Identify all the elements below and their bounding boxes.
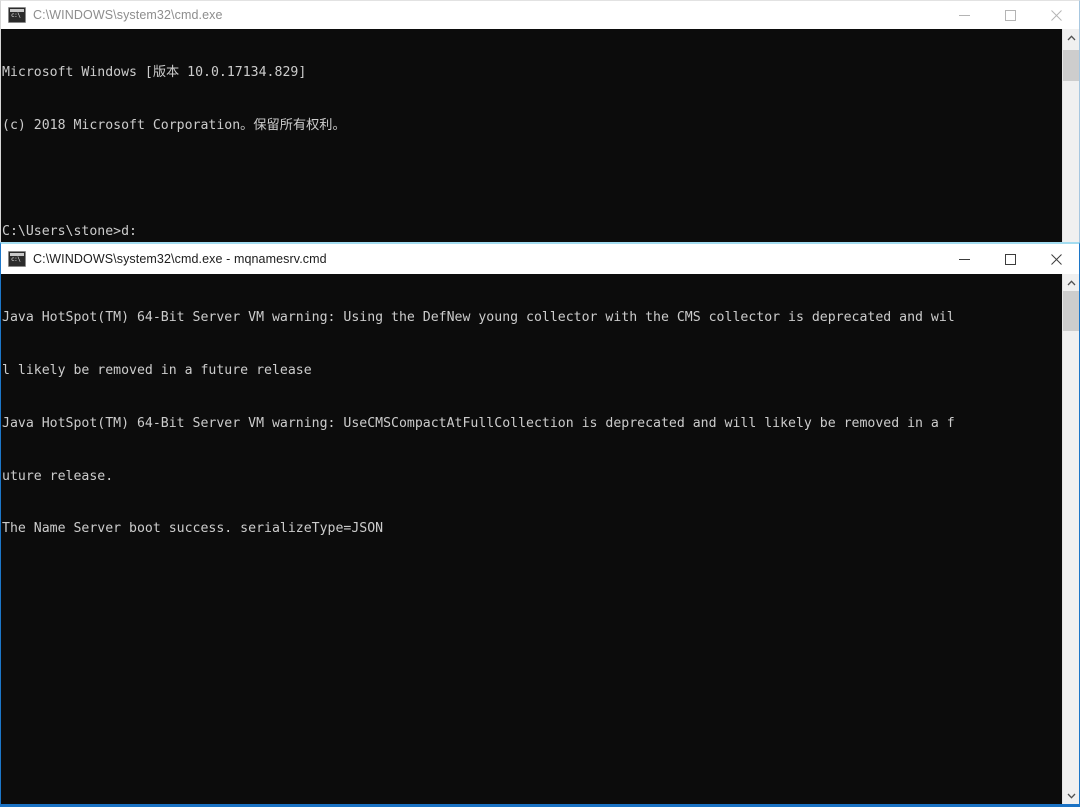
console-output-area[interactable]: Microsoft Windows [版本 10.0.17134.829] (c… (1, 29, 1079, 258)
scrollbar-thumb[interactable] (1063, 49, 1079, 82)
window-title: C:\WINDOWS\system32\cmd.exe (33, 8, 223, 22)
titlebar[interactable]: C:\WINDOWS\system32\cmd.exe (1, 1, 1079, 29)
scrollbar-track[interactable] (1063, 291, 1079, 787)
console-line: Java HotSpot(TM) 64-Bit Server VM warnin… (2, 310, 955, 326)
minimize-button[interactable] (941, 1, 987, 29)
minimize-button[interactable] (941, 244, 987, 274)
console-output-area[interactable]: Java HotSpot(TM) 64-Bit Server VM warnin… (1, 274, 1079, 804)
window-controls (941, 244, 1079, 274)
titlebar[interactable]: C:\WINDOWS\system32\cmd.exe - mqnamesrv.… (1, 244, 1079, 274)
cmd-console-icon (8, 251, 26, 267)
console-text-mqnamesrv: Java HotSpot(TM) 64-Bit Server VM warnin… (2, 274, 1062, 573)
console-line: Java HotSpot(TM) 64-Bit Server VM warnin… (2, 415, 955, 431)
scroll-up-arrow[interactable] (1063, 29, 1079, 46)
window-title: C:\WINDOWS\system32\cmd.exe - mqnamesrv.… (33, 252, 327, 266)
console-text-background: Microsoft Windows [版本 10.0.17134.829] (c… (2, 29, 1062, 258)
console-line: The Name Server boot success. serializeT… (2, 521, 384, 537)
scrollbar-thumb[interactable] (1063, 291, 1079, 331)
cmd-window-background[interactable]: C:\WINDOWS\system32\cmd.exe Microsoft Wi… (0, 0, 1080, 258)
console-line: l likely be removed in a future release (2, 362, 312, 378)
scroll-up-arrow[interactable] (1063, 274, 1079, 291)
vertical-scrollbar[interactable] (1062, 274, 1079, 804)
scroll-down-arrow[interactable] (1063, 787, 1079, 804)
scrollbar-track[interactable] (1063, 46, 1079, 241)
cmd-window-mqnamesrv[interactable]: C:\WINDOWS\system32\cmd.exe - mqnamesrv.… (0, 242, 1080, 807)
maximize-button[interactable] (987, 1, 1033, 29)
maximize-button[interactable] (987, 244, 1033, 274)
close-button[interactable] (1033, 244, 1079, 274)
vertical-scrollbar[interactable] (1062, 29, 1079, 258)
cmd-console-icon (8, 7, 26, 23)
close-button[interactable] (1033, 1, 1079, 29)
console-line: C:\Users\stone>d: (2, 223, 137, 239)
console-line: uture release. (2, 468, 114, 484)
console-line: Microsoft Windows [版本 10.0.17134.829] (2, 65, 307, 81)
console-line: (c) 2018 Microsoft Corporation。保留所有权利。 (2, 117, 346, 133)
window-controls (941, 1, 1079, 29)
